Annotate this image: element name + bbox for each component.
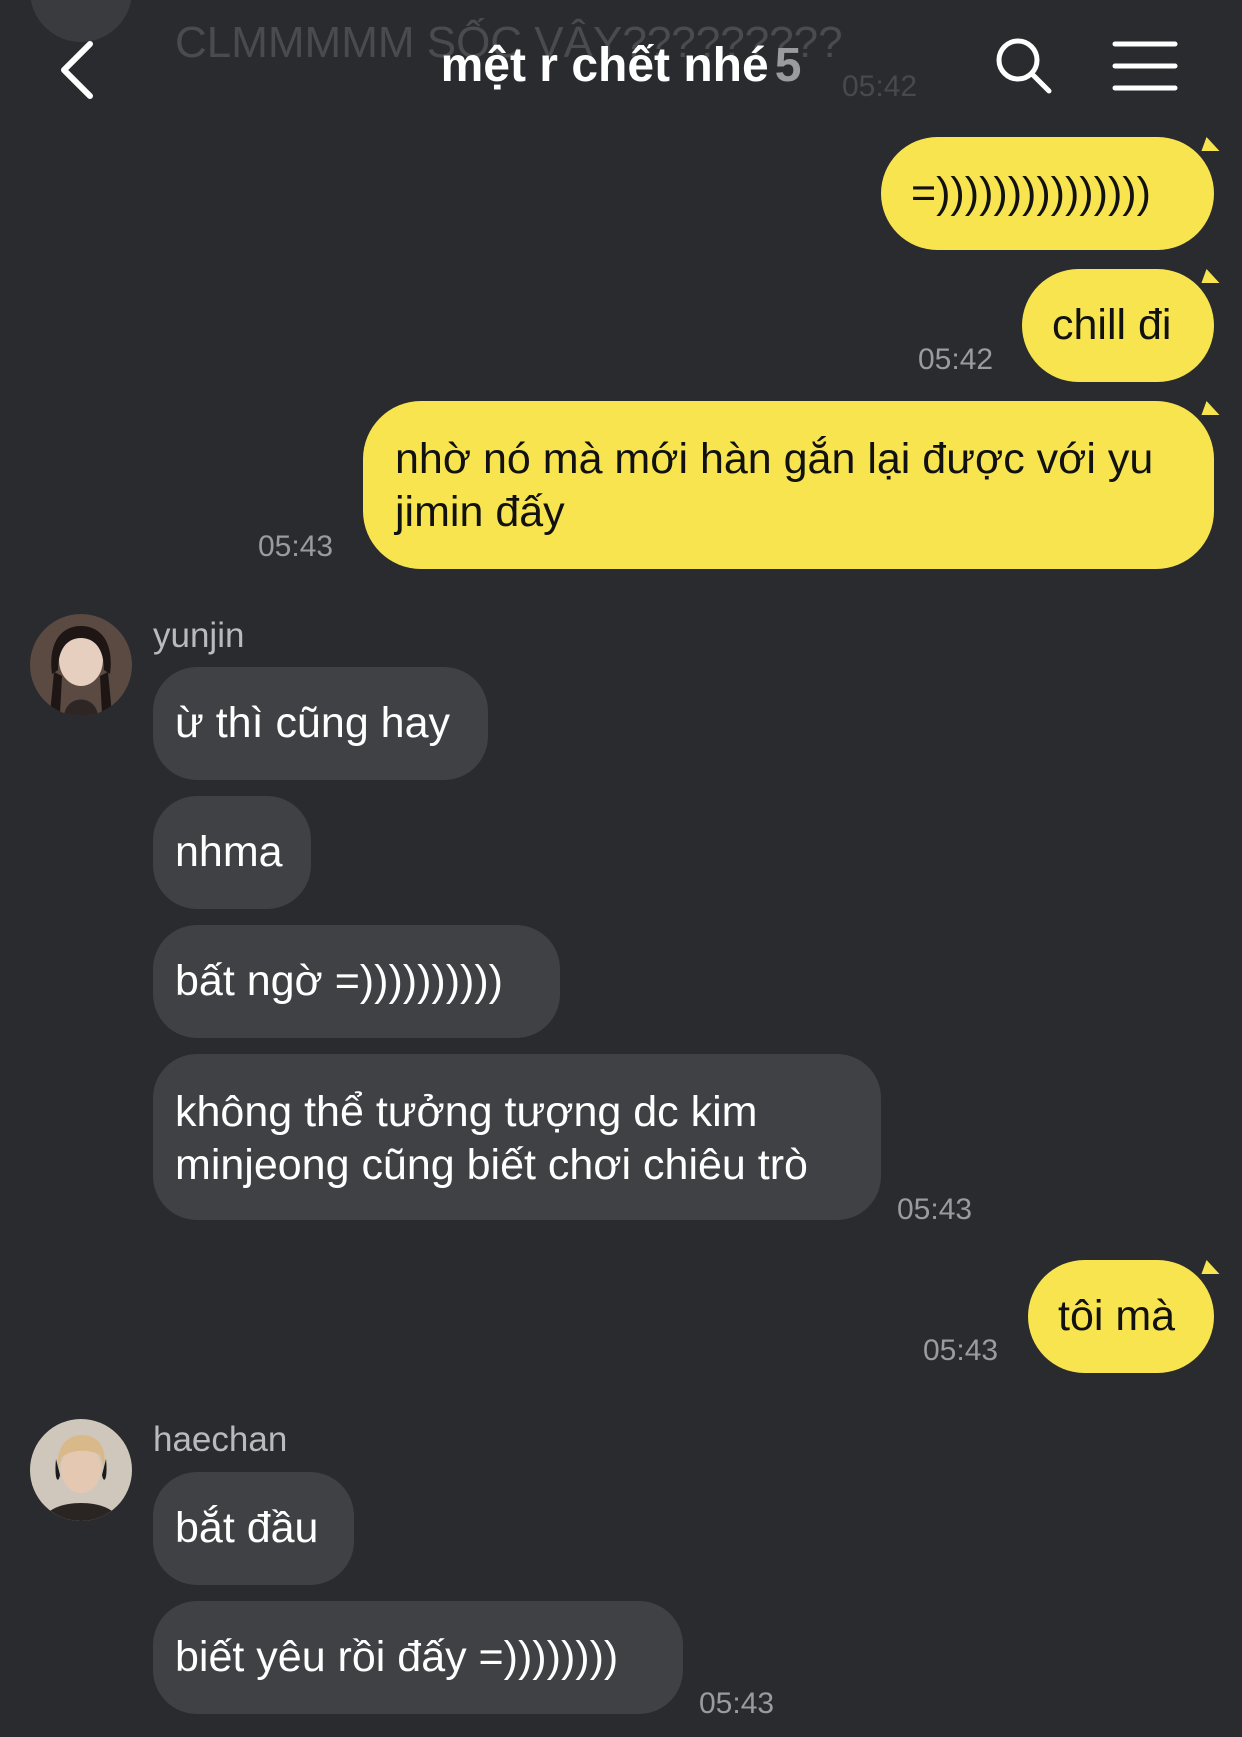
other-message-bubble[interactable]: bắt đầu (153, 1472, 354, 1585)
other-message-bubble[interactable]: bất ngờ =)))))))))) (153, 925, 560, 1038)
chat-title-text: mệt r chết nhé (440, 39, 769, 92)
other-message-bubble[interactable]: không thể tưởng tượng dc kim minjeong cũ… (153, 1054, 881, 1220)
message-time: 05:43 (897, 1193, 973, 1226)
message-text-line: không thể tưởng tượng dc kim (175, 1088, 758, 1136)
menu-button[interactable] (1112, 38, 1178, 94)
chat-header: mệt r chết nhé 5 (0, 0, 1242, 130)
my-message-bubble[interactable]: chill đi (1022, 269, 1214, 382)
message-time: 05:43 (258, 530, 334, 563)
chat-title: mệt r chết nhé 5 (0, 38, 1242, 93)
message-text-line: minjeong cũng biết chơi chiêu trò (175, 1141, 808, 1189)
message-text: ừ thì cũng hay (175, 699, 451, 747)
message-text: =))))))))))))))) (911, 169, 1151, 217)
my-message-bubble[interactable]: tôi mà (1028, 1260, 1214, 1373)
message-time: 05:43 (923, 1334, 999, 1367)
search-button[interactable] (994, 36, 1054, 96)
message-text: bắt đầu (175, 1504, 319, 1552)
sender-name: yunjin (153, 616, 245, 655)
message-text: nhma (175, 828, 283, 876)
my-message-bubble[interactable]: =))))))))))))))) (881, 137, 1214, 250)
message-time: 05:43 (699, 1687, 775, 1720)
member-count: 5 (774, 39, 802, 92)
message-text-line: jimin đấy (395, 488, 565, 536)
message-text-line: nhờ nó mà mới hàn gắn lại được với yu (395, 435, 1154, 483)
message-text: bất ngờ =)))))))))) (175, 957, 504, 1005)
other-message-bubble[interactable]: biết yêu rồi đấy =)))))))) (153, 1601, 683, 1714)
message-text: biết yêu rồi đấy =)))))))) (175, 1633, 619, 1681)
hamburger-menu-icon (1112, 41, 1178, 91)
search-icon (996, 38, 1052, 94)
avatar-yunjin[interactable] (30, 614, 132, 716)
other-message-bubble[interactable]: ừ thì cũng hay (153, 667, 488, 780)
my-message-bubble[interactable]: nhờ nó mà mới hàn gắn lại được với yu ji… (363, 401, 1214, 569)
sender-name: haechan (153, 1420, 288, 1459)
other-message-bubble[interactable]: nhma (153, 796, 311, 909)
profile-photo (30, 1419, 132, 1521)
message-text: tôi mà (1058, 1292, 1176, 1340)
message-time: 05:42 (918, 343, 994, 376)
message-text: chill đi (1052, 301, 1172, 349)
avatar-haechan[interactable] (30, 1419, 132, 1521)
profile-photo (30, 614, 132, 716)
